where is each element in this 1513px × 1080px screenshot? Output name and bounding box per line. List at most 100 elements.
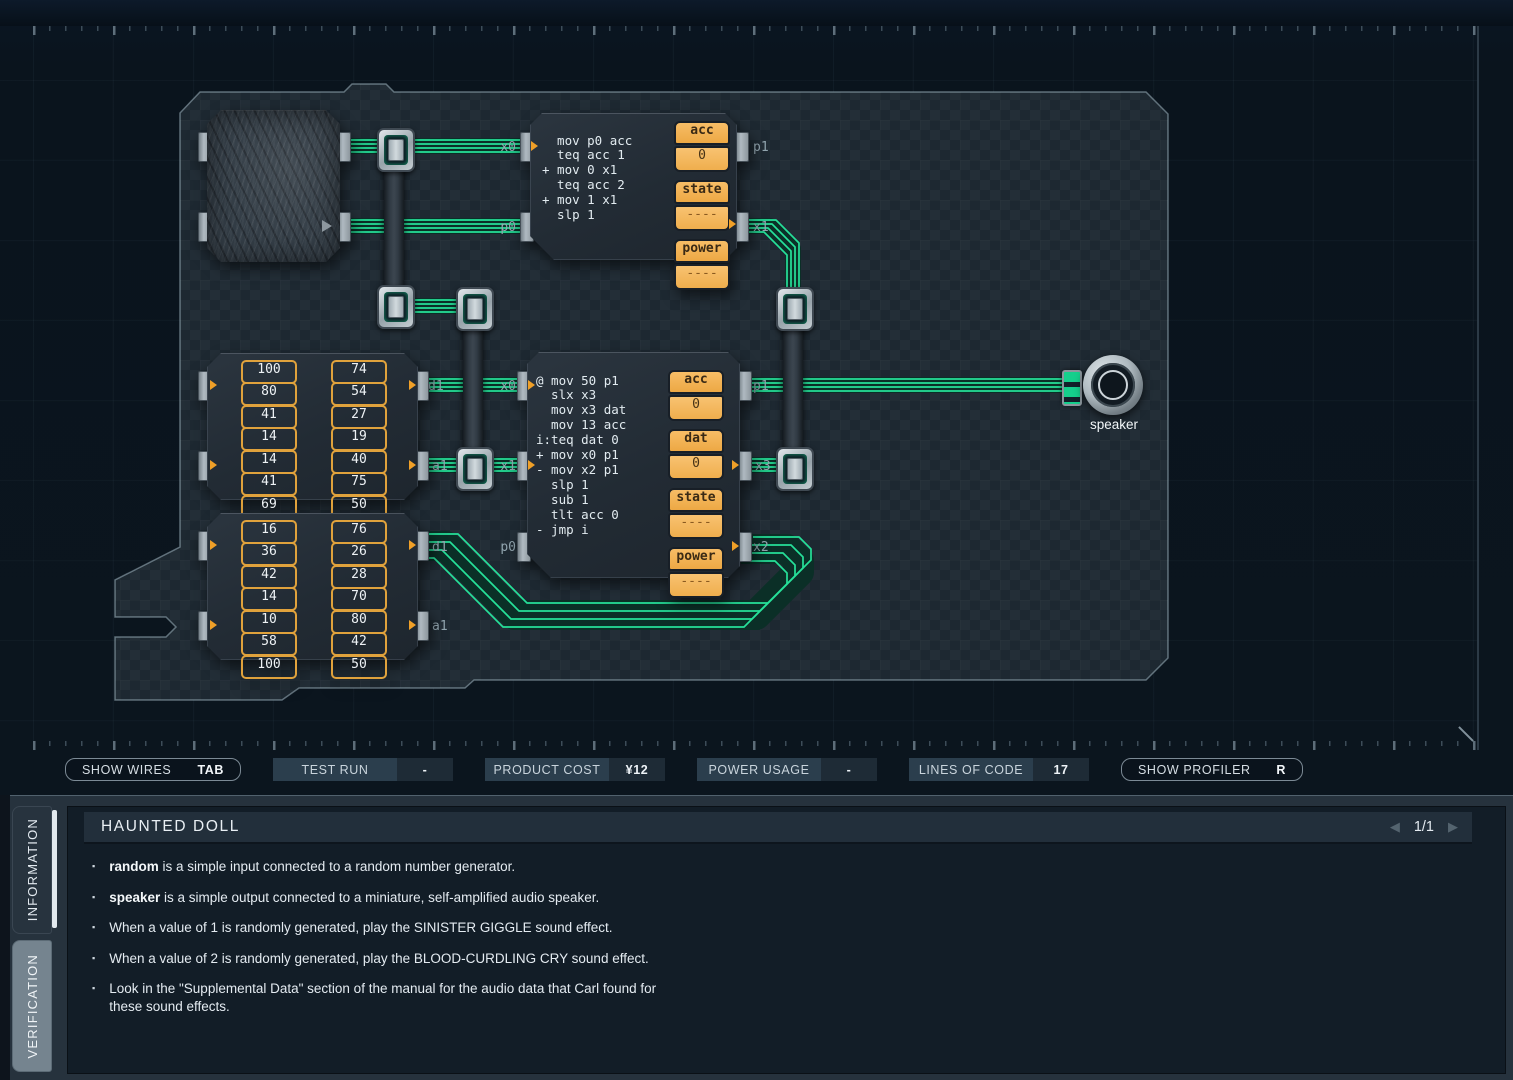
ram-cell[interactable]: 74 bbox=[331, 360, 387, 384]
page-navigation: ◀ 1/1 ▶ bbox=[1390, 819, 1458, 835]
speaker-output[interactable] bbox=[1083, 355, 1143, 415]
prev-page-icon[interactable]: ◀ bbox=[1390, 819, 1400, 835]
microcontroller-2[interactable]: @ mov 50 p1 slx x3 mov x3 dat mov 13 acc… bbox=[527, 352, 740, 578]
test-run-button[interactable]: TEST RUN- bbox=[273, 758, 453, 781]
puzzle-description-list: ▪random is a simple input connected to a… bbox=[92, 858, 692, 1028]
output-arrow-icon bbox=[322, 220, 332, 232]
ram2-column-0[interactable]: 163642141058100 bbox=[241, 521, 297, 679]
port-direction-marker bbox=[729, 219, 736, 229]
chip-pin bbox=[738, 451, 752, 481]
shortcut-key: TAB bbox=[197, 763, 224, 777]
bullet-marker-icon: ▪ bbox=[92, 858, 95, 876]
bridge-socket[interactable] bbox=[456, 287, 494, 331]
stat-value: - bbox=[397, 758, 453, 781]
ram-cell[interactable]: 14 bbox=[241, 587, 297, 611]
stat-value: - bbox=[821, 758, 877, 781]
power-usage-button[interactable]: POWER USAGE- bbox=[697, 758, 877, 781]
port-label-x0: x0 bbox=[500, 379, 516, 394]
register-dat: dat0 bbox=[668, 429, 724, 480]
ram-cell[interactable]: 80 bbox=[241, 382, 297, 406]
bridge-socket[interactable] bbox=[377, 285, 415, 329]
mc1-registers: acc0state----power---- bbox=[674, 121, 730, 298]
speaker-connector bbox=[1062, 370, 1082, 406]
page-indicator: 1/1 bbox=[1414, 819, 1434, 835]
show-wires-button[interactable]: SHOW WIRESTAB bbox=[65, 758, 241, 781]
microcontroller-1[interactable]: mov p0 acc teq acc 1 + mov 0 x1 teq acc … bbox=[530, 113, 737, 260]
ram-cell[interactable]: 41 bbox=[241, 405, 297, 429]
ram-cell[interactable]: 42 bbox=[241, 565, 297, 589]
port-direction-marker bbox=[409, 460, 416, 470]
ram2-column-1[interactable]: 76262870804250 bbox=[331, 521, 387, 679]
port-direction-marker bbox=[732, 541, 739, 551]
ram1-column-0[interactable]: 100804114144169 bbox=[241, 361, 297, 519]
ram-cell[interactable]: 42 bbox=[331, 632, 387, 656]
ram-cell[interactable]: 40 bbox=[331, 450, 387, 474]
ram-cell[interactable]: 41 bbox=[241, 472, 297, 496]
register-value: ---- bbox=[668, 572, 724, 598]
port-label-p1: p1 bbox=[753, 379, 769, 394]
bullet-item: ▪When a value of 2 is randomly generated… bbox=[92, 950, 692, 968]
ram-cell[interactable]: 70 bbox=[331, 587, 387, 611]
ram-cell[interactable]: 14 bbox=[241, 427, 297, 451]
puzzle-title: HAUNTED DOLL bbox=[101, 818, 240, 836]
tab-verification[interactable]: VERIFICATION bbox=[12, 940, 52, 1072]
ram-cell[interactable]: 26 bbox=[331, 542, 387, 566]
ram-cell[interactable]: 80 bbox=[331, 610, 387, 634]
button-label: SHOW PROFILER bbox=[1138, 763, 1251, 777]
register-name: acc bbox=[668, 370, 724, 394]
ram1-column-1[interactable]: 74542719407550 bbox=[331, 361, 387, 519]
bridge-socket[interactable] bbox=[776, 447, 814, 491]
port-label-d1: d1 bbox=[432, 540, 448, 555]
ram-cell[interactable]: 28 bbox=[331, 565, 387, 589]
port-label-a1: a1 bbox=[432, 459, 448, 474]
ram-cell[interactable]: 76 bbox=[331, 520, 387, 544]
port-direction-marker bbox=[210, 460, 217, 470]
port-direction-marker bbox=[409, 380, 416, 390]
ram-cell[interactable]: 14 bbox=[241, 450, 297, 474]
ram-cell[interactable]: 100 bbox=[241, 360, 297, 384]
port-direction-marker bbox=[409, 540, 416, 550]
tab-information[interactable]: INFORMATION bbox=[12, 806, 52, 934]
stat-label: PRODUCT COST bbox=[485, 758, 609, 781]
bullet-item: ▪When a value of 1 is randomly generated… bbox=[92, 919, 692, 937]
ram-cell[interactable]: 36 bbox=[241, 542, 297, 566]
register-value: ---- bbox=[674, 205, 730, 231]
ram-cell[interactable]: 100 bbox=[241, 655, 297, 679]
bridge-socket[interactable] bbox=[776, 287, 814, 331]
ram-cell[interactable]: 58 bbox=[241, 632, 297, 656]
speaker-label: speaker bbox=[1069, 417, 1159, 432]
mc2-code-editor[interactable]: @ mov 50 p1 slx x3 mov x3 dat mov 13 acc… bbox=[536, 374, 626, 538]
ram-chip-1[interactable]: 100804114144169 74542719407550 bbox=[207, 353, 418, 500]
ram-cell[interactable]: 75 bbox=[331, 472, 387, 496]
bridge-socket[interactable] bbox=[456, 447, 494, 491]
product-cost-button[interactable]: PRODUCT COST¥12 bbox=[485, 758, 665, 781]
port-label-p1: p1 bbox=[753, 140, 769, 155]
port-label-x1: x1 bbox=[753, 220, 769, 235]
mc1-code-editor[interactable]: mov p0 acc teq acc 1 + mov 0 x1 teq acc … bbox=[542, 134, 632, 223]
next-page-icon[interactable]: ▶ bbox=[1448, 819, 1458, 835]
show-profiler-button[interactable]: SHOW PROFILERR bbox=[1121, 758, 1303, 781]
port-direction-marker bbox=[732, 460, 739, 470]
ram-cell[interactable]: 16 bbox=[241, 520, 297, 544]
port-direction-marker bbox=[210, 540, 217, 550]
ram-cell[interactable]: 27 bbox=[331, 405, 387, 429]
bullet-marker-icon: ▪ bbox=[92, 950, 95, 968]
ram-chip-2[interactable]: 163642141058100 76262870804250 bbox=[207, 513, 418, 660]
mc2-registers: acc0dat0state----power---- bbox=[668, 370, 724, 606]
lines-of-code-button[interactable]: LINES OF CODE17 bbox=[909, 758, 1089, 781]
chip-pin bbox=[735, 212, 749, 242]
tab-scroll-indicator[interactable] bbox=[52, 810, 57, 928]
port-direction-marker bbox=[210, 380, 217, 390]
port-direction-marker bbox=[409, 620, 416, 630]
ram-cell[interactable]: 10 bbox=[241, 610, 297, 634]
ram-cell[interactable]: 54 bbox=[331, 382, 387, 406]
ram-cell[interactable]: 50 bbox=[331, 655, 387, 679]
port-label-x3: x3 bbox=[755, 459, 771, 474]
bridge-socket[interactable] bbox=[377, 128, 415, 172]
register-name: state bbox=[668, 488, 724, 512]
ram-cell[interactable]: 19 bbox=[331, 427, 387, 451]
random-input-chip[interactable] bbox=[207, 110, 340, 262]
shenzhen-io-workspace: x0p0p1x1d1x0a1x1p1x3d1p0a1x2 mov p0 acc … bbox=[0, 0, 1513, 1080]
scratched-chip-surface bbox=[207, 110, 340, 262]
port-label-d1: d1 bbox=[428, 379, 444, 394]
